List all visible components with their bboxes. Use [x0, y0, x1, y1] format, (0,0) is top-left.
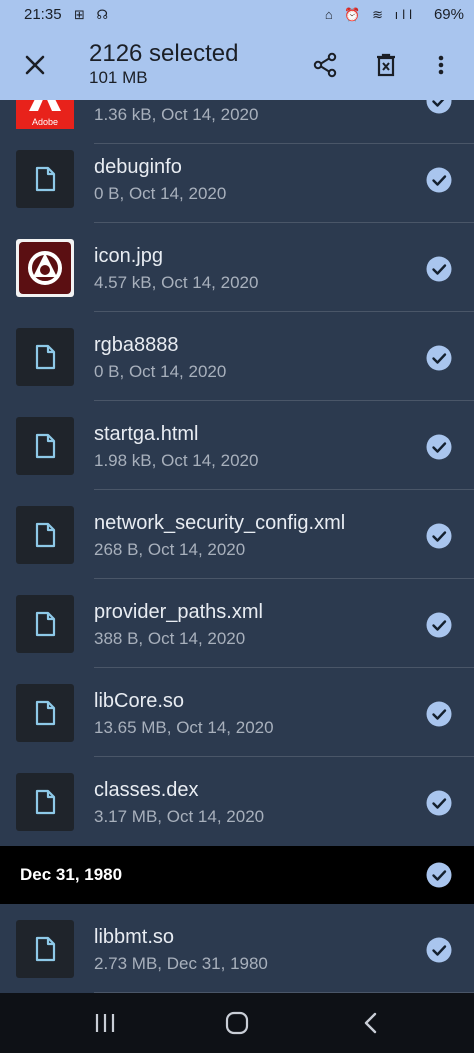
file-meta: 3.17 MB, Oct 14, 2020 [94, 807, 265, 826]
selection-size: 101 MB [89, 68, 148, 87]
recent-apps-icon[interactable] [92, 1011, 118, 1035]
selected-check-icon[interactable] [426, 523, 452, 549]
share-icon [313, 52, 337, 78]
file-row[interactable]: icon.jpg 4.57 kB, Oct 14, 2020 [0, 223, 474, 312]
file-thumbnail [16, 595, 74, 653]
file-thumbnail [16, 773, 74, 831]
adobe-air-logo-icon [19, 242, 71, 294]
file-row[interactable]: libbmt.so 2.73 MB, Dec 31, 1980 [0, 904, 474, 993]
status-time: 21:35 [24, 6, 62, 23]
file-name: debuginfo [94, 156, 182, 178]
file-meta: 1.98 kB, Oct 14, 2020 [94, 451, 259, 470]
file-row[interactable]: provider_paths.xml 388 B, Oct 14, 2020 [0, 579, 474, 668]
close-icon [25, 55, 45, 75]
section-select-check-icon[interactable] [426, 862, 452, 888]
selected-check-icon[interactable] [426, 167, 452, 193]
system-navigation-bar [0, 993, 474, 1053]
file-row[interactable]: libCore.so 13.65 MB, Oct 14, 2020 [0, 668, 474, 757]
home-icon[interactable] [224, 1011, 250, 1035]
selected-check-icon[interactable] [426, 434, 452, 460]
file-thumbnail [16, 506, 74, 564]
file-meta: 4.57 kB, Oct 14, 2020 [94, 273, 259, 292]
file-meta: 388 B, Oct 14, 2020 [94, 629, 246, 648]
share-button[interactable] [310, 50, 340, 80]
file-thumbnail [16, 328, 74, 386]
file-thumbnail [16, 150, 74, 208]
status-bar: 21:35 ⊞ ☊ ⌂ ⏰ ≋ ıll 69% [0, 0, 474, 30]
selected-check-icon[interactable] [426, 345, 452, 371]
selected-check-icon[interactable] [426, 256, 452, 282]
adobe-logo-text: Adobe [32, 117, 58, 127]
selected-check-icon[interactable] [426, 701, 452, 727]
close-selection-button[interactable] [20, 50, 50, 80]
selection-count: 2126 selected [89, 40, 239, 67]
file-meta: 268 B, Oct 14, 2020 [94, 540, 246, 559]
file-thumbnail [16, 684, 74, 742]
selected-check-icon[interactable] [426, 612, 452, 638]
notification-icons: ⊞ ☊ [74, 7, 113, 22]
more-options-button[interactable] [428, 50, 454, 80]
image-thumbnail [16, 239, 74, 297]
file-name: rgba8888 [94, 334, 179, 356]
date-section-header: Dec 31, 1980 [0, 846, 474, 904]
adobe-logo-icon: Adobe [16, 100, 74, 129]
file-row[interactable]: network_security_config.xml 268 B, Oct 1… [0, 490, 474, 579]
file-name: startga.html [94, 423, 199, 445]
file-name: classes.dex [94, 779, 199, 801]
file-meta: 1.36 kB, Oct 14, 2020 [94, 105, 259, 124]
file-meta: 13.65 MB, Oct 14, 2020 [94, 718, 274, 737]
more-vert-icon [438, 55, 444, 75]
file-name: libCore.so [94, 690, 185, 712]
selected-check-icon[interactable] [426, 937, 452, 963]
file-thumbnail [16, 417, 74, 475]
file-thumbnail [16, 920, 74, 978]
selected-check-icon[interactable] [426, 100, 452, 114]
selected-check-icon[interactable] [426, 790, 452, 816]
battery-level: 69% [433, 6, 464, 23]
back-icon[interactable] [358, 1011, 384, 1035]
selection-app-bar: 2126 selected 101 MB [0, 30, 474, 100]
system-icons: ⌂ ⏰ ≋ ıll [324, 7, 416, 22]
section-date-label: Dec 31, 1980 [20, 865, 123, 884]
file-meta: 2.73 MB, Dec 31, 1980 [94, 954, 268, 973]
file-list: Adobe 1.36 kB, Oct 14, 2020 debuginfo 0 … [0, 100, 474, 993]
delete-icon [377, 53, 395, 77]
file-meta: 0 B, Oct 14, 2020 [94, 362, 227, 381]
file-name: provider_paths.xml [94, 601, 263, 623]
delete-button[interactable] [371, 50, 401, 80]
adobe-thumbnail: Adobe [16, 100, 74, 129]
file-name: icon.jpg [94, 245, 163, 267]
file-row[interactable]: classes.dex 3.17 MB, Oct 14, 2020 [0, 757, 474, 846]
file-name: network_security_config.xml [94, 512, 346, 534]
file-name: libbmt.so [94, 926, 175, 948]
file-row[interactable]: debuginfo 0 B, Oct 14, 2020 [0, 134, 474, 223]
file-row[interactable]: rgba8888 0 B, Oct 14, 2020 [0, 312, 474, 401]
file-meta: 0 B, Oct 14, 2020 [94, 184, 227, 203]
file-row[interactable]: startga.html 1.98 kB, Oct 14, 2020 [0, 401, 474, 490]
